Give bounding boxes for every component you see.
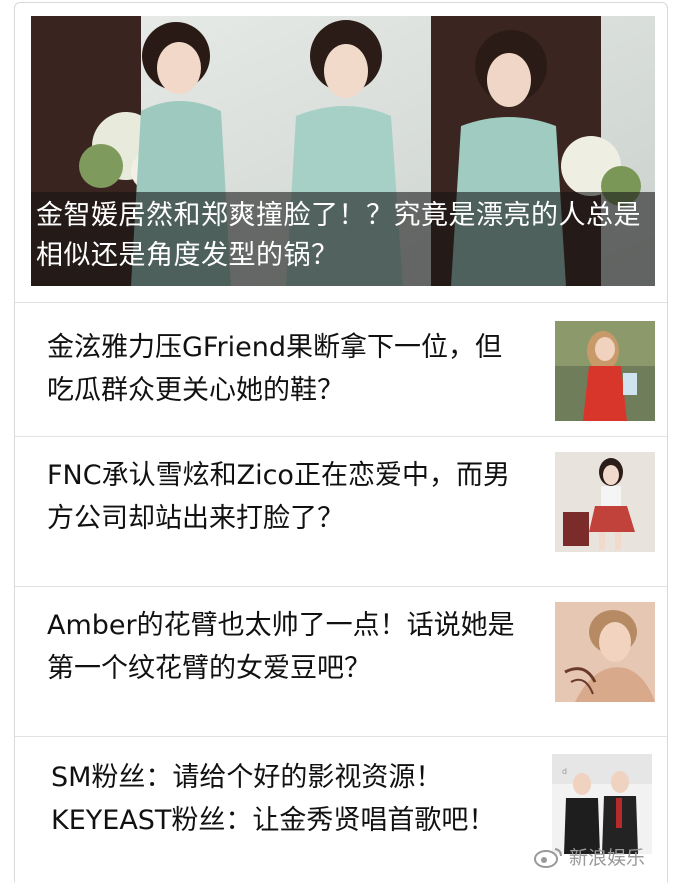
weibo-icon	[533, 847, 562, 868]
hero-title: 金智媛居然和郑爽撞脸了！？究竟是漂亮的人总是相似还是角度发型的锅？	[36, 200, 641, 271]
svg-text:d: d	[562, 767, 567, 776]
list-item[interactable]: Amber的花臂也太帅了一点！话说她是第一个纹花臂的女爱豆吧？	[15, 586, 667, 736]
article-title: Amber的花臂也太帅了一点！话说她是第一个纹花臂的女爱豆吧？	[47, 610, 515, 684]
article-title: SM粉丝：请给个好的影视资源！KEYEAST粉丝：让金秀贤唱首歌吧！	[51, 762, 496, 836]
article-title: FNC承认雪炫和Zico正在恋爱中，而男方公司却站出来打脸了？	[47, 460, 510, 534]
article-thumbnail: d	[552, 754, 652, 854]
article-title: 金泫雅力压GFriend果断拿下一位，但吃瓜群众更关心她的鞋？	[47, 332, 502, 406]
watermark-text: 新浪娱乐	[568, 847, 645, 869]
list-item[interactable]: FNC承认雪炫和Zico正在恋爱中，而男方公司却站出来打脸了？	[15, 436, 667, 586]
article-thumbnail	[555, 602, 655, 702]
list-item[interactable]: SM粉丝：请给个好的影视资源！KEYEAST粉丝：让金秀贤唱首歌吧！ d 新浪娱…	[15, 736, 667, 886]
list-item[interactable]: 金泫雅力压GFriend果断拿下一位，但吃瓜群众更关心她的鞋？	[15, 302, 667, 436]
watermark: 新浪娱乐	[533, 843, 645, 870]
article-thumbnail	[555, 321, 655, 421]
article-thumbnail	[555, 452, 655, 552]
hero-article[interactable]: 金智媛居然和郑爽撞脸了！？究竟是漂亮的人总是相似还是角度发型的锅？	[31, 16, 655, 286]
